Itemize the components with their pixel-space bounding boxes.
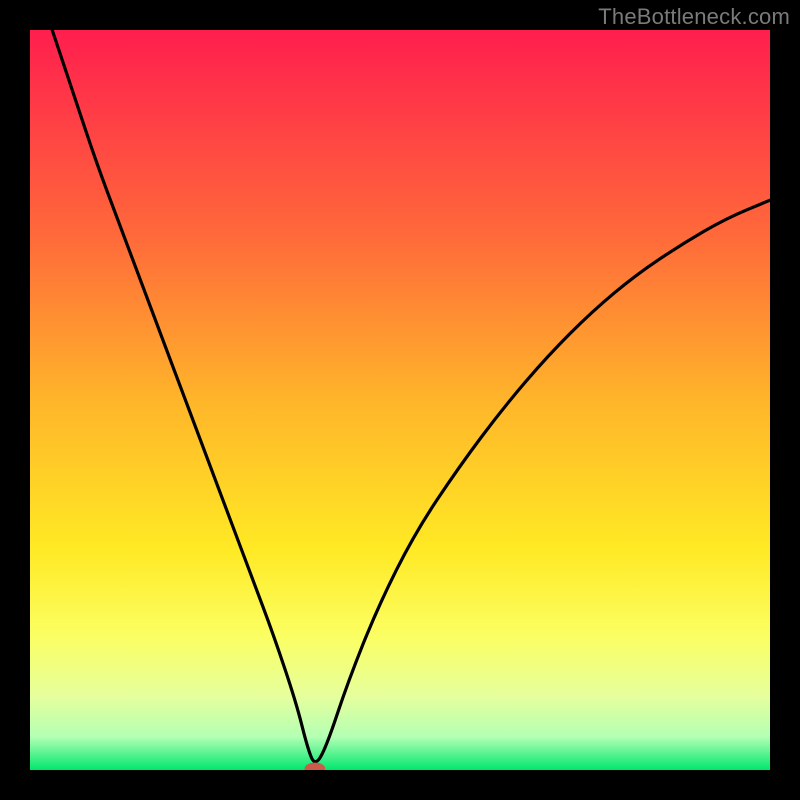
watermark-text: TheBottleneck.com [598, 4, 790, 30]
plot-area [30, 30, 770, 770]
chart-svg [30, 30, 770, 770]
chart-frame: TheBottleneck.com [0, 0, 800, 800]
gradient-background [30, 30, 770, 770]
